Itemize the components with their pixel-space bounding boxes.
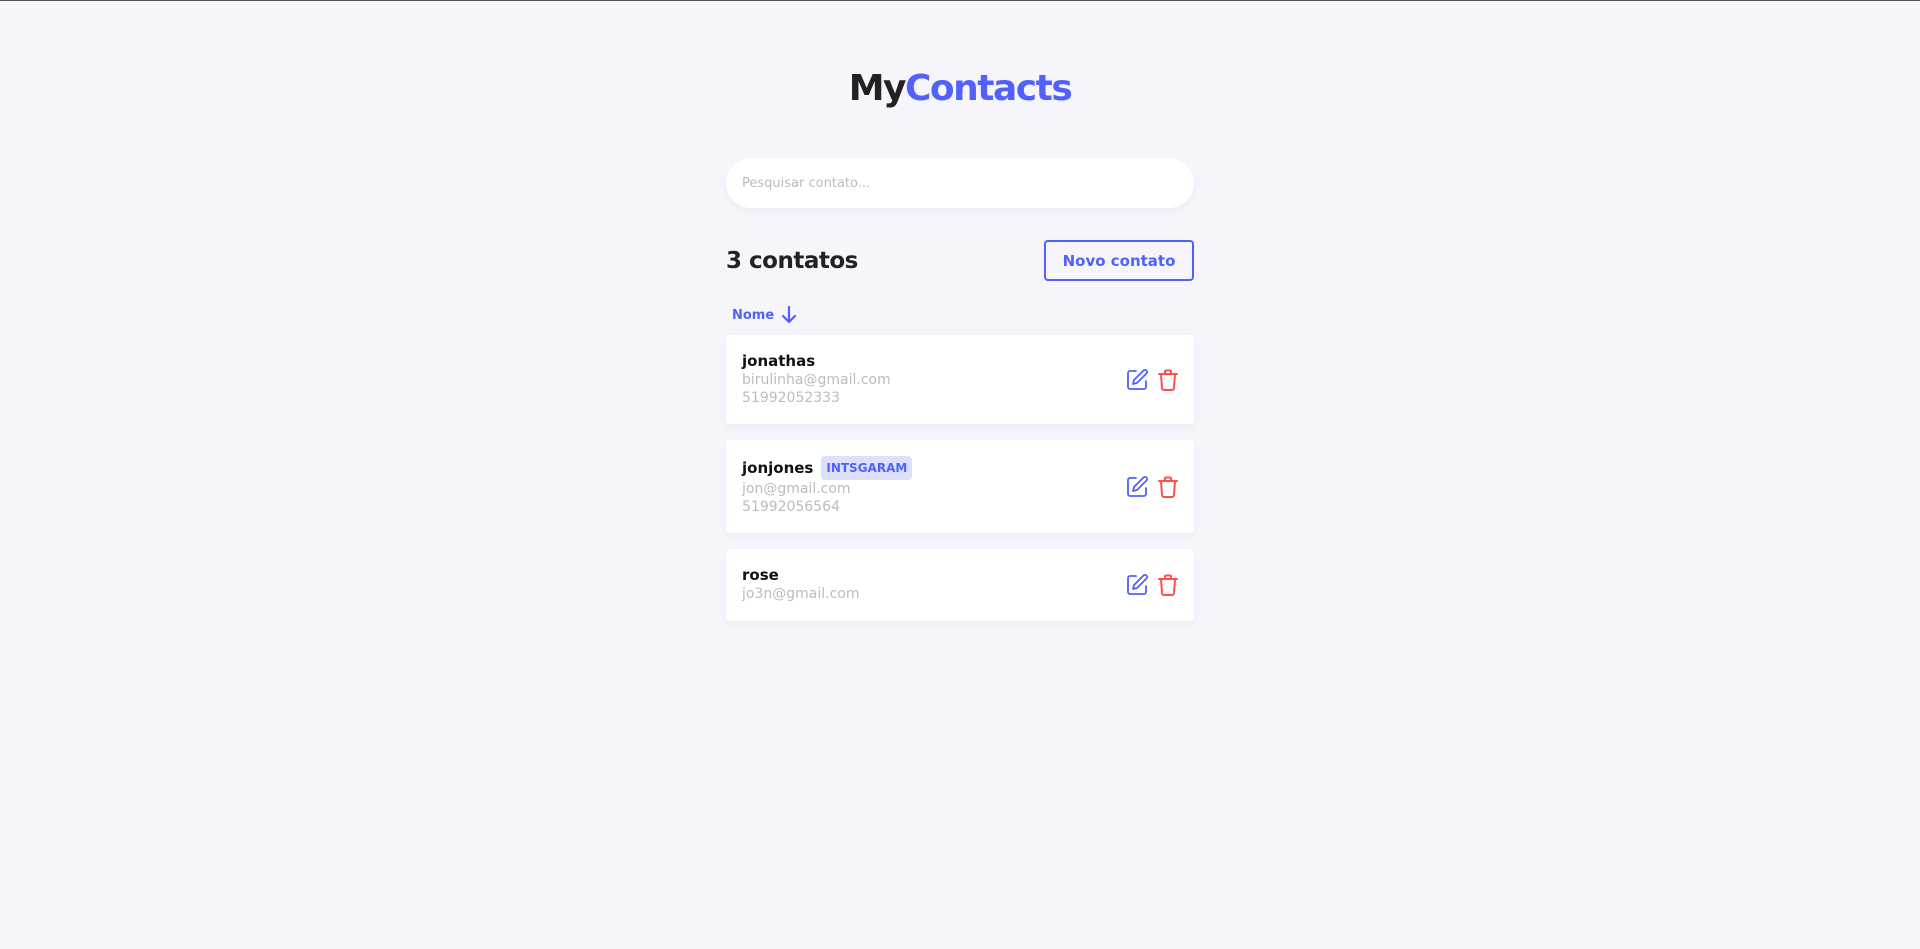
contact-name: jonathas (742, 352, 816, 370)
contact-category-tag: INTSGARAM (821, 456, 913, 480)
contact-card: rose jo3n@gmail.com (726, 549, 1194, 621)
contact-phone: 51992056564 (742, 499, 840, 515)
contact-email: birulinha@gmail.com (742, 372, 891, 388)
logo-my: My (848, 68, 907, 109)
contact-actions (1125, 368, 1180, 392)
contact-email: jon@gmail.com (742, 481, 851, 497)
arrow-down-icon (781, 305, 797, 325)
logo-contacts: Contacts (905, 68, 1073, 109)
sort-by-name-button[interactable]: Nome (732, 305, 1194, 325)
contact-card: jonathas birulinha@gmail.com 51992052333 (726, 335, 1194, 424)
new-contact-button[interactable]: Novo contato (1044, 240, 1194, 281)
app-logo: MyContacts (0, 66, 1920, 112)
main-container: 3 contatos Novo contato Nome jonathas bi… (726, 158, 1194, 637)
window-top-border (0, 0, 1920, 1)
edit-icon[interactable] (1125, 573, 1149, 597)
list-header: 3 contatos Novo contato (726, 240, 1194, 281)
contact-name: jonjones (742, 459, 814, 477)
contact-name-row: rose (742, 565, 1178, 585)
contact-name-row: jonjones INTSGARAM (742, 456, 1178, 480)
edit-icon[interactable] (1125, 368, 1149, 392)
trash-icon[interactable] (1156, 573, 1180, 597)
trash-icon[interactable] (1156, 368, 1180, 392)
contact-name: rose (742, 566, 779, 584)
sort-label: Nome (732, 307, 775, 323)
edit-icon[interactable] (1125, 475, 1149, 499)
contact-actions (1125, 475, 1180, 499)
contact-actions (1125, 573, 1180, 597)
contact-email: jo3n@gmail.com (742, 586, 860, 602)
contacts-count: 3 contatos (726, 247, 858, 274)
trash-icon[interactable] (1156, 475, 1180, 499)
search-input[interactable] (726, 158, 1194, 208)
contact-card: jonjones INTSGARAM jon@gmail.com 5199205… (726, 440, 1194, 533)
contacts-list: jonathas birulinha@gmail.com 51992052333 (726, 335, 1194, 621)
contact-name-row: jonathas (742, 351, 1178, 371)
contact-phone: 51992052333 (742, 390, 840, 406)
